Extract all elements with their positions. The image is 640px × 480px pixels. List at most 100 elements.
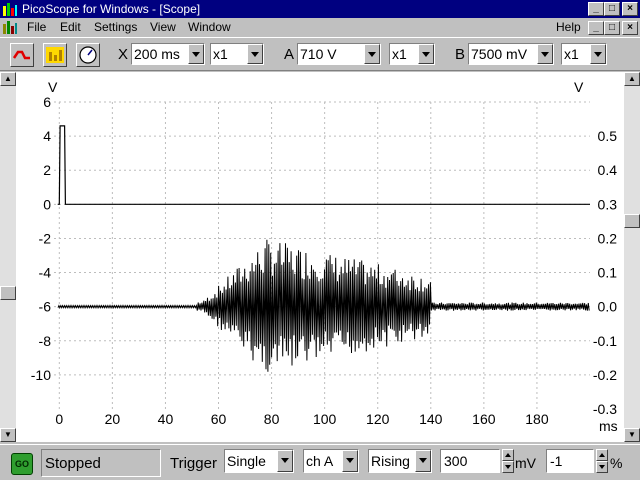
x-zoom-select[interactable]: x1 xyxy=(210,43,264,65)
x-tick-label: 80 xyxy=(264,411,280,427)
right-axis-ticks: 0.5 0.4 0.3 0.2 0.1 0.0 -0.1 -0.2 -0.3 xyxy=(593,128,617,417)
right-tick-label: 0.3 xyxy=(598,196,618,212)
left-tick-label: 0 xyxy=(43,196,51,212)
trigger-edge-value: Rising xyxy=(371,453,410,469)
x-tick-label: 140 xyxy=(419,411,443,427)
menu-help[interactable]: Help xyxy=(556,20,581,34)
x-tick-label: 20 xyxy=(105,411,121,427)
delay-spinner[interactable] xyxy=(596,449,608,473)
spin-up-icon[interactable] xyxy=(596,449,608,461)
right-tick-label: -0.2 xyxy=(593,367,617,383)
status-panel: Stopped xyxy=(41,449,161,477)
scope-display: ▲ ▼ ▲ ▼ 6 4 2 0 -2 -4 -6 -8 -10 0.5 0.4 0.3 0.2 0.1 0… xyxy=(0,72,640,442)
chevron-down-icon[interactable] xyxy=(277,450,293,472)
x-zoom-value: x1 xyxy=(213,46,228,62)
trigger-threshold-input[interactable]: 300 xyxy=(440,449,500,473)
left-tick-label: -2 xyxy=(39,230,52,246)
scope-view-icon xyxy=(12,50,30,60)
left-tick-label: 2 xyxy=(43,162,51,178)
x-tick-label: 180 xyxy=(525,411,549,427)
x-axis-unit: ms xyxy=(599,418,618,434)
chevron-down-icon[interactable] xyxy=(418,44,434,64)
menu-bar: File Edit Settings View Window Help _ □ … xyxy=(0,18,640,37)
chevron-down-icon[interactable] xyxy=(364,44,380,64)
x-tick-label: 160 xyxy=(472,411,496,427)
trigger-threshold-value: 300 xyxy=(444,453,468,469)
close-button[interactable]: × xyxy=(622,2,638,16)
picoscope-app-icon xyxy=(3,3,17,16)
right-tick-label: 0.4 xyxy=(598,162,618,178)
channel-a-range-value: 710 V xyxy=(300,46,337,62)
trigger-channel-select[interactable]: ch A xyxy=(303,449,359,473)
spin-up-icon[interactable] xyxy=(502,449,514,461)
x-tick-label: 0 xyxy=(55,411,63,427)
doc-close-button[interactable]: × xyxy=(622,21,638,35)
menu-file[interactable]: File xyxy=(27,20,46,34)
trigger-delay-input[interactable]: -1 xyxy=(546,449,594,473)
channel-b-range-value: 7500 mV xyxy=(471,46,528,62)
menu-window[interactable]: Window xyxy=(188,20,231,34)
doc-restore-button[interactable]: □ xyxy=(604,21,620,35)
status-text: Stopped xyxy=(45,455,101,472)
trigger-mode-value: Single xyxy=(227,453,266,469)
chevron-down-icon[interactable] xyxy=(342,450,358,472)
x-tick-label: 100 xyxy=(313,411,337,427)
x-tick-label: 120 xyxy=(366,411,390,427)
channel-b-label: B xyxy=(455,46,466,63)
minimize-button[interactable]: _ xyxy=(588,2,604,16)
meter-view-icon xyxy=(79,46,97,64)
chevron-down-icon[interactable] xyxy=(590,44,606,64)
threshold-spinner[interactable] xyxy=(502,449,514,473)
x-axis-label: X xyxy=(118,46,129,63)
channel-b-zoom-value: x1 xyxy=(564,46,579,62)
maximize-button[interactable]: □ xyxy=(604,2,620,16)
right-tick-label: 0.2 xyxy=(598,230,618,246)
grid xyxy=(54,101,590,409)
menu-view[interactable]: View xyxy=(150,20,176,34)
left-tick-label: 4 xyxy=(43,128,51,144)
window-title: PicoScope for Windows - [Scope] xyxy=(22,2,201,16)
channel-a-zoom-value: x1 xyxy=(392,46,407,62)
spin-down-icon[interactable] xyxy=(502,461,514,473)
left-tick-label: -4 xyxy=(39,265,52,281)
channel-a-label: A xyxy=(284,46,295,63)
left-tick-label: 6 xyxy=(43,94,51,110)
threshold-unit: mV xyxy=(515,455,536,471)
x-axis-ticks: 0 20 40 60 80 100 120 140 160 180 xyxy=(55,411,548,427)
left-tick-label: -10 xyxy=(31,367,51,383)
chevron-down-icon[interactable] xyxy=(247,44,263,64)
spin-down-icon[interactable] xyxy=(596,461,608,473)
go-button[interactable]: GO xyxy=(11,453,33,475)
timebase-select[interactable]: 200 ms xyxy=(131,43,205,65)
chevron-down-icon[interactable] xyxy=(415,450,431,472)
channel-b-range-select[interactable]: 7500 mV xyxy=(468,43,554,65)
meter-view-button[interactable] xyxy=(76,43,100,67)
x-tick-label: 40 xyxy=(158,411,174,427)
trigger-channel-value: ch A xyxy=(306,453,334,469)
right-tick-label: 0.5 xyxy=(598,128,618,144)
trigger-delay-value: -1 xyxy=(550,453,563,469)
left-tick-label: -8 xyxy=(39,333,52,349)
delay-unit: % xyxy=(610,455,623,471)
document-icon[interactable] xyxy=(2,19,18,35)
menu-edit[interactable]: Edit xyxy=(60,20,81,34)
toolbar: X 200 ms x1 A 710 V x1 B 7500 mV x1 xyxy=(0,37,640,71)
x-tick-label: 60 xyxy=(211,411,227,427)
left-axis-ticks: 6 4 2 0 -2 -4 -6 -8 -10 xyxy=(31,94,51,383)
channel-b-zoom-select[interactable]: x1 xyxy=(561,43,607,65)
channel-a-zoom-select[interactable]: x1 xyxy=(389,43,435,65)
scope-plot: 6420-2-4-6-8-10 0.50.40.30.20.10.0-0.1-0… xyxy=(31,79,618,434)
doc-minimize-button[interactable]: _ xyxy=(588,21,604,35)
left-axis-unit: V xyxy=(48,79,58,95)
trigger-mode-select[interactable]: Single xyxy=(224,449,294,473)
channel-a-range-select[interactable]: 710 V xyxy=(297,43,381,65)
scope-view-button[interactable] xyxy=(10,43,34,67)
chevron-down-icon[interactable] xyxy=(537,44,553,64)
trigger-edge-select[interactable]: Rising xyxy=(368,449,432,473)
chevron-down-icon[interactable] xyxy=(188,44,204,64)
channel-b-trace xyxy=(57,239,590,372)
menu-settings[interactable]: Settings xyxy=(94,20,137,34)
right-tick-label: 0.0 xyxy=(598,299,618,315)
spectrum-view-button[interactable] xyxy=(43,43,67,67)
right-tick-label: -0.1 xyxy=(593,333,617,349)
